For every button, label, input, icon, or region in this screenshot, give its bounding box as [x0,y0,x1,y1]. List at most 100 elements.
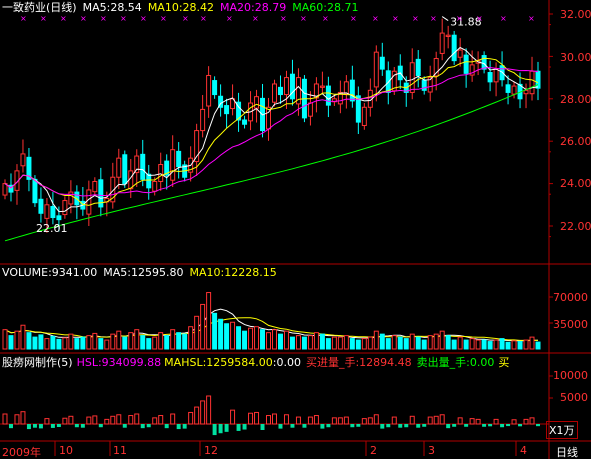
candle-body [206,74,212,107]
candle-body [283,77,289,96]
signal-marker-icon: × [322,14,329,23]
signal-marker-icon: × [500,14,507,23]
sell-volume-bar [26,424,31,430]
sell-volume-bar [236,424,241,431]
candle-body [170,149,176,181]
volume-bar [295,335,301,350]
stock-chart-window: { "panels": { "price": { "stock_label": … [0,0,591,459]
candle-body [463,54,469,74]
buy-volume-bar [128,415,134,425]
candle-body [457,49,463,58]
candle-body [176,150,182,168]
candle-body [140,153,146,180]
candle-body [158,164,164,182]
signal-marker-icon: × [252,14,259,23]
moving-average-lines [4,46,539,342]
volume-bar [433,333,439,350]
buy-volume-bar [152,417,158,425]
volume-bar [343,335,349,350]
sell-volume-bar [536,424,540,427]
sell-volume-bar [32,424,37,428]
sell-volume-bar [386,424,391,428]
volume-bar [469,338,475,350]
candle-body [277,86,283,96]
sell-volume-bar [446,424,451,429]
volume-bar [14,330,20,350]
candle-body [319,85,325,88]
buy-volume-bar [433,415,439,425]
candle-body [38,198,44,214]
candle-body [2,183,8,196]
signal-marker-icon: × [226,14,233,23]
candle-body [409,62,415,93]
volume-bar [2,329,8,350]
chart-canvas[interactable]: 31.8822.01× × × × × × × × × × × × × × × × × × × × × × × × [0,0,591,459]
volume-bar [403,338,409,350]
candle-body [32,178,38,204]
signal-marker-icon: × [430,14,437,23]
ma10-line [4,57,539,206]
volume-bar [212,312,218,350]
candle-body [224,105,230,115]
volume-bar [499,338,505,350]
signal-marker-icon: × [140,14,147,23]
volume-bar [319,333,325,350]
candle-body [272,83,277,103]
signal-marker-icon: × [20,14,27,23]
buy-volume-bar [409,415,415,425]
buy-volume-bar [493,418,499,425]
volume-bar [385,338,391,350]
signal-marker-icon: × [80,14,87,23]
candle-body [242,119,248,125]
sell-volume-bar [380,424,385,429]
candle-body [289,73,295,100]
buy-volume-bar [134,413,140,425]
volume-bar [38,334,44,350]
volume-bar [457,336,463,350]
sell-volume-bar [422,424,427,427]
signal-marker-icon: × [120,14,127,23]
signal-marker-icon: × [528,14,535,23]
signal-marker-icon: × [100,14,107,23]
buy-volume-bar [206,395,212,425]
volume-bar [272,329,277,350]
volume-bar [128,332,134,350]
buy-volume-bar [475,418,481,425]
candle-body [212,80,218,96]
candle-body [451,34,457,62]
candle-body [379,56,385,70]
volume-bar [397,336,403,350]
candle-body [307,102,313,117]
buy-volume-bar [200,400,206,425]
buy-volume-bar [248,412,254,425]
volume-bar [200,303,206,350]
volume-bar [20,324,26,350]
candlestick-series [2,18,541,233]
buy-volume-bar [307,416,313,425]
signal-marker-icon: × [456,14,463,23]
volume-bar [391,335,397,350]
sell-volume-bar [518,424,523,427]
volume-bar [176,332,182,350]
candle-body [20,153,26,167]
volume-bar [487,341,493,350]
sell-volume-bar [140,424,145,429]
signal-marker-icon: × [476,14,483,23]
buy-volume-bar [194,406,200,425]
sell-volume-bar [290,424,295,428]
signal-marker-icon: × [40,14,47,23]
candle-body [116,157,122,178]
volume-bar [152,336,158,350]
volume-bar [439,330,445,350]
sell-volume-bar [500,424,505,428]
volume-bar [254,326,260,350]
volume-bar [373,330,379,350]
signal-marker-icon: × [280,14,287,23]
buy-volume-bar [337,417,343,425]
volume-bar [331,336,337,350]
sell-volume-bar [164,424,169,429]
candle-body [92,180,98,193]
volume-bar [505,341,511,350]
candle-body [343,81,349,95]
volume-bar [535,341,541,350]
